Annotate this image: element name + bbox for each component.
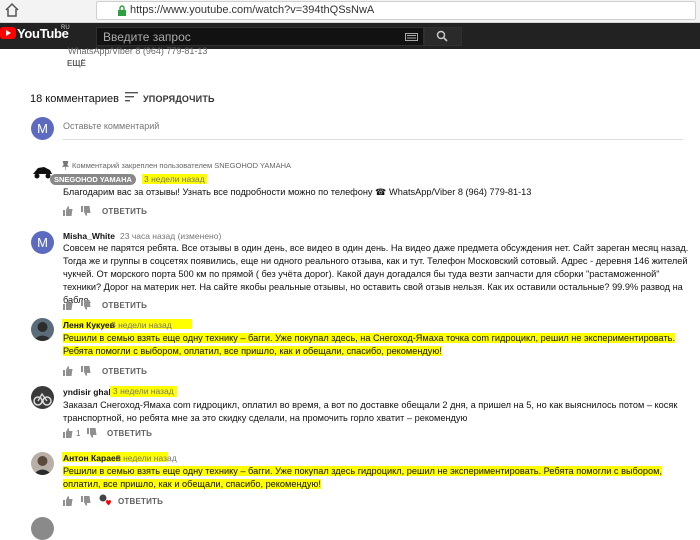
comments-count: 18 комментариев — [30, 93, 119, 105]
comment-text: Заказал Снегоход-Ямаха com гидроцикл, оп… — [63, 400, 678, 423]
commenter-avatar[interactable] — [31, 517, 54, 540]
commenter-avatar[interactable] — [31, 386, 54, 409]
lock-icon — [118, 5, 126, 16]
commenter-avatar[interactable]: M — [31, 231, 54, 254]
pinned-note: Комментарий закреплен пользователем SNEG… — [72, 161, 292, 170]
comment-text: Благодарим вас за отзывы! Узнать все под… — [63, 187, 532, 197]
address-url: https://www.youtube.com/watch?v=394thQSs… — [130, 4, 375, 16]
commenter-avatar[interactable] — [31, 318, 54, 341]
add-comment-underline — [63, 139, 683, 140]
creator-heart-icon — [99, 494, 111, 506]
search-placeholder: Введите запрос — [103, 30, 191, 44]
youtube-logo-icon[interactable] — [0, 27, 16, 39]
comment-time[interactable]: 3 недели назад — [111, 320, 172, 330]
author-name[interactable]: Леня Кукуев — [63, 320, 115, 330]
comment-time[interactable]: 23 часа назад (изменено) — [120, 231, 221, 241]
thumb-up-icon[interactable] — [63, 496, 73, 506]
comment-time[interactable]: 3 недели назад — [116, 453, 177, 463]
comment-text-highlight: Решили в семью взять еще одну технику – … — [63, 466, 663, 489]
thumb-up-icon[interactable] — [63, 428, 73, 438]
comment-time[interactable]: 3 недели назад — [142, 174, 207, 184]
thumb-up-icon[interactable] — [63, 300, 73, 310]
comment-time[interactable]: 3 недели назад — [110, 386, 177, 397]
thumb-up-icon[interactable] — [63, 366, 73, 376]
like-count: 1 — [76, 429, 81, 438]
home-icon[interactable] — [4, 2, 20, 18]
thumb-down-icon[interactable] — [81, 366, 91, 376]
reply-button[interactable]: ОТВЕТИТЬ — [107, 429, 152, 438]
pin-icon — [62, 161, 69, 170]
reply-button[interactable]: ОТВЕТИТЬ — [102, 367, 147, 376]
thumb-down-icon[interactable] — [87, 428, 97, 438]
comment-text: Решили в семью взять еще одну технику – … — [63, 332, 695, 358]
comment-text: Совсем не парятся ребята. Все отзывы в о… — [63, 243, 689, 305]
comment-text-highlight: Решили в семью взять еще одну технику – … — [63, 333, 676, 356]
reply-button[interactable]: ОТВЕТИТЬ — [102, 207, 147, 216]
sort-button[interactable]: УПОРЯДОЧИТЬ — [143, 94, 215, 104]
author-name[interactable]: SNEGOHOD YAMAHA — [50, 174, 136, 185]
thumb-down-icon[interactable] — [81, 496, 91, 506]
video-description-partial: WhatsApp/Viber 8 (964) 779-81-13 — [68, 46, 208, 56]
current-user-avatar: M — [31, 117, 54, 140]
commenter-avatar[interactable] — [31, 452, 54, 475]
youtube-region: RU — [61, 25, 70, 31]
comment-text: Решили в семью взять еще одну технику – … — [63, 465, 695, 491]
author-name[interactable]: Антон Караев — [63, 453, 121, 463]
add-comment-input[interactable]: Оставьте комментарий — [63, 121, 159, 131]
thumb-up-icon[interactable] — [63, 206, 73, 216]
sort-icon[interactable] — [125, 92, 138, 102]
thumb-down-icon[interactable] — [81, 300, 91, 310]
reply-button[interactable]: ОТВЕТИТЬ — [102, 301, 147, 310]
reply-button[interactable]: ОТВЕТИТЬ — [118, 497, 163, 506]
keyboard-icon[interactable] — [405, 33, 418, 41]
thumb-down-icon[interactable] — [81, 206, 91, 216]
author-name[interactable]: Misha_White — [63, 231, 115, 241]
search-icon — [436, 30, 448, 42]
show-more-button[interactable]: ЕЩЁ — [67, 59, 86, 68]
